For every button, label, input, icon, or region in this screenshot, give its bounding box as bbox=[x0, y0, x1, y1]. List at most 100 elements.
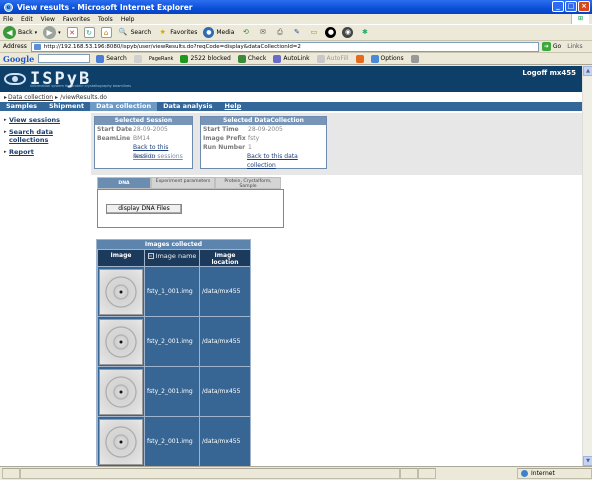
table-row: fsty_1_001.img /data/mx455 bbox=[97, 266, 251, 317]
google-search-button[interactable]: Search bbox=[96, 54, 127, 63]
google-search-input[interactable] bbox=[38, 54, 91, 63]
options-button[interactable]: Options bbox=[370, 54, 404, 63]
back-to-datacollection-link[interactable]: Back to this data collection bbox=[201, 152, 326, 169]
sidebar-item-report[interactable]: Report bbox=[4, 148, 84, 156]
menu-bar: File Edit View Favorites Tools Help ⊞ bbox=[0, 14, 592, 24]
pencil-icon[interactable] bbox=[410, 54, 419, 63]
tab-experiment-parameters[interactable]: Experiment parameters bbox=[151, 177, 215, 189]
dc-start-label: Start Time bbox=[203, 126, 239, 133]
diffraction-image-thumbnail[interactable] bbox=[99, 268, 143, 315]
back-button[interactable]: ◀ Back ▾ bbox=[3, 26, 37, 39]
blogger-icon[interactable] bbox=[355, 54, 364, 63]
forward-button[interactable]: ▶ ▾ bbox=[43, 26, 61, 39]
links-label[interactable]: Links bbox=[567, 43, 582, 50]
session-start-value: 28-09-2005 bbox=[133, 126, 168, 133]
nav-data-collection[interactable]: Data collection bbox=[90, 102, 158, 111]
vertical-scrollbar[interactable]: ▲ ▼ bbox=[582, 66, 592, 466]
breadcrumb-data-collection[interactable]: Data collection bbox=[8, 94, 53, 101]
col-header-image-name[interactable]: ▫ Image name bbox=[144, 249, 200, 267]
nav-help[interactable]: Help bbox=[219, 102, 248, 111]
tab-bar: DNA Experiment parameters Protein, Cryst… bbox=[97, 177, 281, 189]
go-arrow-icon: ➜ bbox=[541, 42, 551, 51]
tab-protein-crystalform-sample[interactable]: Protein, Crystalform, Sample bbox=[215, 177, 281, 189]
back-to-session-link[interactable]: Back to this session bbox=[95, 143, 192, 160]
display-dna-files-button[interactable]: display DNA Files bbox=[106, 204, 182, 214]
page-status-icon bbox=[2, 468, 20, 479]
options-icon bbox=[370, 54, 379, 63]
spellcheck-button[interactable]: Check bbox=[237, 54, 266, 63]
mail-icon[interactable]: ✉ bbox=[257, 27, 268, 38]
autolink-button[interactable]: AutoLink bbox=[273, 54, 310, 63]
sidebar-item-search-data-collections[interactable]: Search data collections bbox=[4, 128, 84, 144]
table-row: fsty_2_001.img /data/mx455 bbox=[97, 316, 251, 367]
image-name-cell: fsty_1_001.img bbox=[144, 266, 200, 317]
forward-dropdown-icon[interactable]: ▾ bbox=[58, 30, 61, 36]
menu-tools[interactable]: Tools bbox=[98, 16, 113, 23]
selection-panel: Selected Session Start Date 28-09-2005 B… bbox=[91, 113, 583, 175]
dc-prefix-label: Image Prefix bbox=[203, 135, 246, 142]
news-icon[interactable] bbox=[133, 54, 142, 63]
minimize-button[interactable]: _ bbox=[552, 1, 564, 12]
sort-icon[interactable]: ▫ bbox=[147, 253, 154, 259]
close-button[interactable]: × bbox=[578, 1, 590, 12]
favorites-button[interactable]: ★ Favorites bbox=[157, 27, 198, 38]
security-zone: Internet bbox=[517, 468, 592, 479]
popup-blocker-icon bbox=[180, 54, 189, 63]
nav-data-analysis[interactable]: Data analysis bbox=[157, 102, 218, 111]
stop-icon[interactable]: ✕ bbox=[66, 27, 78, 38]
selected-datacollection-box: Selected DataCollection Start Time 28-09… bbox=[200, 116, 327, 169]
main-nav: Samples Shipment Data collection Data an… bbox=[0, 102, 582, 111]
menu-view[interactable]: View bbox=[41, 16, 55, 23]
bluetooth-icon[interactable]: ✱ bbox=[359, 27, 370, 38]
scroll-down-icon[interactable]: ▼ bbox=[583, 456, 592, 466]
dc-prefix-value: fsty bbox=[248, 135, 260, 142]
search-button[interactable]: 🔍 Search bbox=[118, 27, 152, 38]
sidebar-item-view-sessions[interactable]: View sessions bbox=[4, 116, 84, 124]
back-arrow-icon: ◀ bbox=[3, 26, 16, 39]
ispyb-banner: ISPyB information system for protein cry… bbox=[0, 66, 582, 92]
diffraction-image-thumbnail[interactable] bbox=[99, 418, 143, 465]
back-dropdown-icon[interactable]: ▾ bbox=[35, 30, 38, 36]
address-input[interactable]: http://192.168.53.196:8080/ispyb/user/vi… bbox=[30, 41, 539, 52]
nav-samples[interactable]: Samples bbox=[0, 102, 43, 111]
menu-file[interactable]: File bbox=[3, 16, 13, 23]
popup-blocker[interactable]: 2522 blocked bbox=[180, 54, 231, 63]
search-label: Search bbox=[130, 29, 152, 36]
pagerank-indicator[interactable]: PageRank bbox=[149, 56, 174, 62]
refresh-icon[interactable]: ↻ bbox=[83, 27, 95, 38]
dc-run-label: Run Number bbox=[203, 144, 246, 151]
tab-dna[interactable]: DNA bbox=[97, 177, 151, 189]
history-icon[interactable]: ⟲ bbox=[240, 27, 251, 38]
maximize-button[interactable]: □ bbox=[565, 1, 577, 12]
folder-icon[interactable]: ▭ bbox=[308, 27, 319, 38]
go-button[interactable]: ➜ Go bbox=[541, 42, 561, 51]
back-to-sessions-link[interactable]: Back to sessions bbox=[95, 152, 192, 161]
google-logo[interactable]: Google bbox=[3, 54, 34, 64]
pagerank-label: PageRank bbox=[148, 55, 174, 62]
nav-shipment[interactable]: Shipment bbox=[43, 102, 90, 111]
images-collected-caption: Images collected bbox=[97, 240, 250, 249]
col-image-name-label: Image name bbox=[155, 252, 197, 260]
sidebar: View sessions Search data collections Re… bbox=[4, 116, 84, 160]
menu-favorites[interactable]: Favorites bbox=[63, 16, 90, 23]
messenger-icon[interactable]: ● bbox=[325, 27, 337, 38]
media-button[interactable]: ● Media bbox=[203, 27, 234, 38]
print-icon[interactable]: ⎙ bbox=[274, 27, 285, 38]
scroll-up-icon[interactable]: ▲ bbox=[583, 66, 592, 76]
logoff-link[interactable]: Logoff mx455 bbox=[522, 69, 576, 77]
breadcrumb-view-results: /viewResults.do bbox=[60, 94, 107, 101]
autofill-icon bbox=[316, 54, 325, 63]
home-icon[interactable]: ⌂ bbox=[100, 27, 112, 38]
edit-icon[interactable]: ✎ bbox=[291, 27, 302, 38]
menu-help[interactable]: Help bbox=[121, 16, 135, 23]
research-icon[interactable]: ◉ bbox=[342, 27, 354, 38]
google-search-icon bbox=[96, 54, 105, 63]
autofill-button[interactable]: AutoFill bbox=[316, 54, 349, 63]
menu-edit[interactable]: Edit bbox=[21, 16, 33, 23]
session-beamline-value: BM14 bbox=[133, 135, 150, 142]
google-search-label: Search bbox=[106, 55, 127, 62]
diffraction-image-thumbnail[interactable] bbox=[99, 368, 143, 415]
diffraction-image-thumbnail[interactable] bbox=[99, 318, 143, 365]
dc-run-value: 1 bbox=[248, 144, 252, 151]
search-icon: 🔍 bbox=[118, 28, 128, 36]
